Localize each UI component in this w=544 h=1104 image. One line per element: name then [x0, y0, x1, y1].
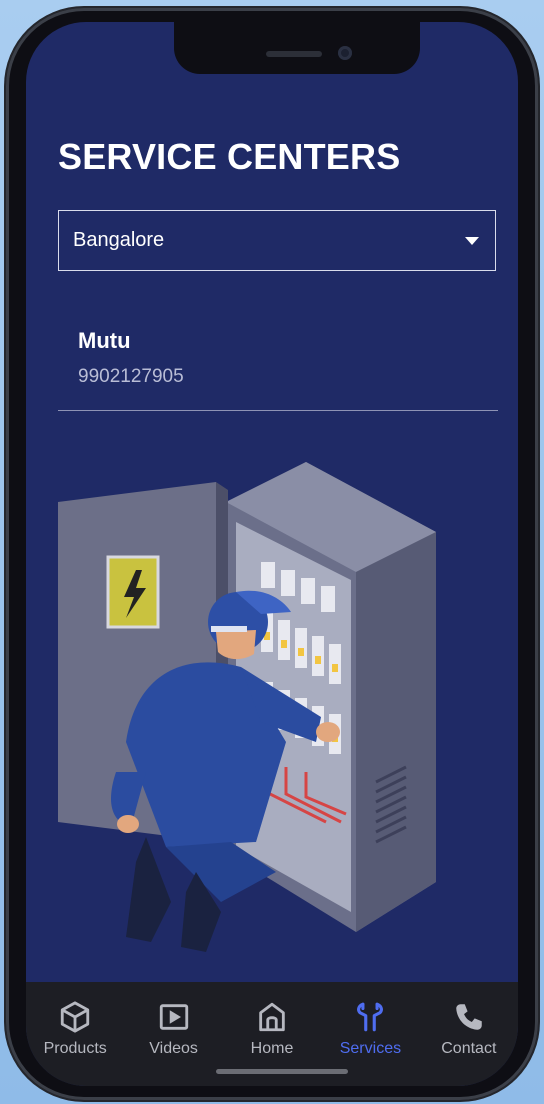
city-dropdown[interactable]: Bangalore — [58, 210, 496, 271]
tab-videos[interactable]: Videos — [124, 982, 222, 1086]
phone-frame: SERVICE CENTERS Bangalore Mutu 990212790… — [6, 8, 538, 1100]
tab-services-label: Services — [339, 1040, 402, 1057]
front-camera-icon — [338, 46, 352, 60]
box-icon — [61, 1001, 90, 1033]
home-icon — [259, 1002, 285, 1032]
technician-illustration — [58, 462, 436, 952]
app-screen: SERVICE CENTERS Bangalore Mutu 990212790… — [26, 22, 518, 1086]
tab-contact[interactable]: Contact — [420, 982, 518, 1086]
tab-contact-label: Contact — [441, 1040, 497, 1057]
list-divider — [58, 410, 498, 411]
home-indicator — [216, 1069, 348, 1074]
city-dropdown-value: Bangalore — [73, 229, 165, 251]
caret-down-icon — [465, 236, 479, 245]
tab-products-label: Products — [43, 1040, 107, 1057]
wrench-icon — [357, 1002, 384, 1032]
speaker-grille — [266, 51, 322, 57]
service-center-phone[interactable]: 9902127905 — [78, 366, 184, 388]
tab-videos-label: Videos — [149, 1040, 198, 1057]
notch — [174, 22, 420, 74]
service-center-name: Mutu — [78, 328, 131, 353]
tab-home-label: Home — [250, 1040, 294, 1057]
play-icon — [159, 1004, 188, 1030]
phone-icon — [456, 1004, 482, 1030]
bottom-tab-bar: Products Videos Home Services Contact — [26, 982, 518, 1086]
tab-products[interactable]: Products — [26, 982, 124, 1086]
cabinet-side — [356, 532, 436, 932]
page-title: SERVICE CENTERS — [58, 136, 401, 177]
